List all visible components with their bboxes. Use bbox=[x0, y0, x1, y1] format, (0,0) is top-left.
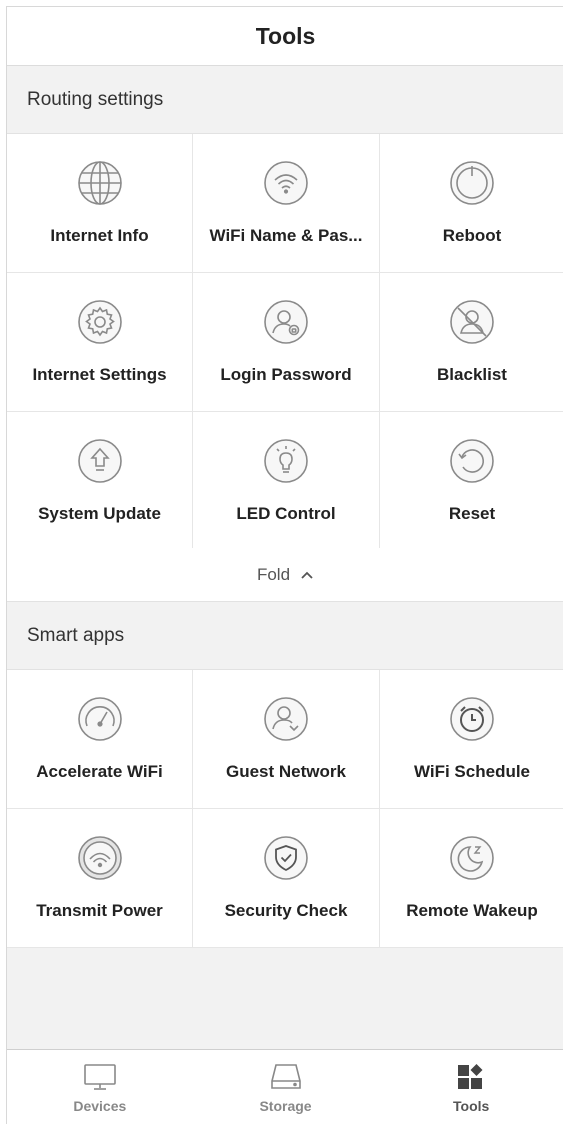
gear-icon bbox=[77, 299, 123, 345]
bottom-tab-bar: Devices Storage Tools bbox=[7, 1049, 563, 1124]
reset-button[interactable]: Reset bbox=[380, 412, 563, 551]
user-lock-icon bbox=[263, 299, 309, 345]
alarm-clock-icon bbox=[449, 696, 495, 742]
guest-network-button[interactable]: Guest Network bbox=[193, 670, 380, 809]
accelerate-wifi-button[interactable]: Accelerate WiFi bbox=[7, 670, 193, 809]
chevron-up-icon bbox=[300, 570, 314, 580]
speedometer-icon bbox=[77, 696, 123, 742]
globe-icon bbox=[77, 160, 123, 206]
transmit-power-button[interactable]: Transmit Power bbox=[7, 809, 193, 948]
wifi-name-password-label: WiFi Name & Pas... bbox=[209, 226, 363, 245]
tab-storage[interactable]: Storage bbox=[193, 1050, 379, 1124]
wifi-schedule-button[interactable]: WiFi Schedule bbox=[380, 670, 563, 809]
wifi-name-password-button[interactable]: WiFi Name & Pas... bbox=[193, 134, 380, 273]
shield-check-icon bbox=[263, 835, 309, 881]
tab-tools[interactable]: Tools bbox=[378, 1050, 563, 1124]
storage-drive-icon bbox=[269, 1062, 303, 1092]
guest-network-label: Guest Network bbox=[226, 762, 346, 781]
app-frame: Tools Routing settings Internet Info WiF… bbox=[6, 6, 563, 1124]
blacklist-button[interactable]: Blacklist bbox=[380, 273, 563, 412]
system-update-button[interactable]: System Update bbox=[7, 412, 193, 551]
upgrade-arrow-icon bbox=[77, 438, 123, 484]
login-password-button[interactable]: Login Password bbox=[193, 273, 380, 412]
power-icon bbox=[449, 160, 495, 206]
login-password-label: Login Password bbox=[220, 365, 352, 384]
fold-button[interactable]: Fold bbox=[7, 548, 563, 602]
system-update-label: System Update bbox=[38, 504, 161, 523]
light-bulb-icon bbox=[263, 438, 309, 484]
led-control-button[interactable]: LED Control bbox=[193, 412, 380, 551]
moon-icon bbox=[449, 835, 495, 881]
reboot-label: Reboot bbox=[442, 226, 502, 245]
blocked-user-icon bbox=[449, 299, 495, 345]
transmit-power-label: Transmit Power bbox=[36, 901, 163, 920]
internet-info-label: Internet Info bbox=[50, 226, 149, 245]
accelerate-wifi-label: Accelerate WiFi bbox=[36, 762, 163, 781]
tab-devices-label: Devices bbox=[73, 1098, 127, 1114]
tab-devices[interactable]: Devices bbox=[7, 1050, 193, 1124]
monitor-icon bbox=[83, 1062, 117, 1092]
routing-settings-grid: Internet Info WiFi Name & Pas... Reboot … bbox=[7, 134, 563, 551]
top-bar: Tools bbox=[7, 7, 563, 66]
remote-wakeup-button[interactable]: Remote Wakeup bbox=[380, 809, 563, 948]
led-control-label: LED Control bbox=[236, 504, 336, 523]
reboot-button[interactable]: Reboot bbox=[380, 134, 563, 273]
wifi-icon bbox=[263, 160, 309, 206]
smart-apps-heading: Smart apps bbox=[7, 602, 563, 670]
reset-label: Reset bbox=[448, 504, 496, 523]
smart-apps-grid: Accelerate WiFi Guest Network WiFi Sched… bbox=[7, 670, 563, 948]
routing-settings-heading: Routing settings bbox=[7, 66, 563, 134]
wifi-signal-icon bbox=[77, 835, 123, 881]
security-check-label: Security Check bbox=[224, 901, 348, 920]
internet-info-button[interactable]: Internet Info bbox=[7, 134, 193, 273]
security-check-button[interactable]: Security Check bbox=[193, 809, 380, 948]
tab-storage-label: Storage bbox=[259, 1098, 312, 1114]
internet-settings-button[interactable]: Internet Settings bbox=[7, 273, 193, 412]
blacklist-label: Blacklist bbox=[437, 365, 507, 384]
reset-icon bbox=[449, 438, 495, 484]
remote-wakeup-label: Remote Wakeup bbox=[406, 901, 538, 920]
wifi-schedule-label: WiFi Schedule bbox=[413, 762, 531, 781]
internet-settings-label: Internet Settings bbox=[32, 365, 167, 384]
tools-grid-icon bbox=[456, 1062, 486, 1092]
page-title: Tools bbox=[255, 22, 316, 49]
guest-user-icon bbox=[263, 696, 309, 742]
tab-tools-label: Tools bbox=[453, 1098, 490, 1114]
fold-label: Fold bbox=[256, 564, 291, 584]
